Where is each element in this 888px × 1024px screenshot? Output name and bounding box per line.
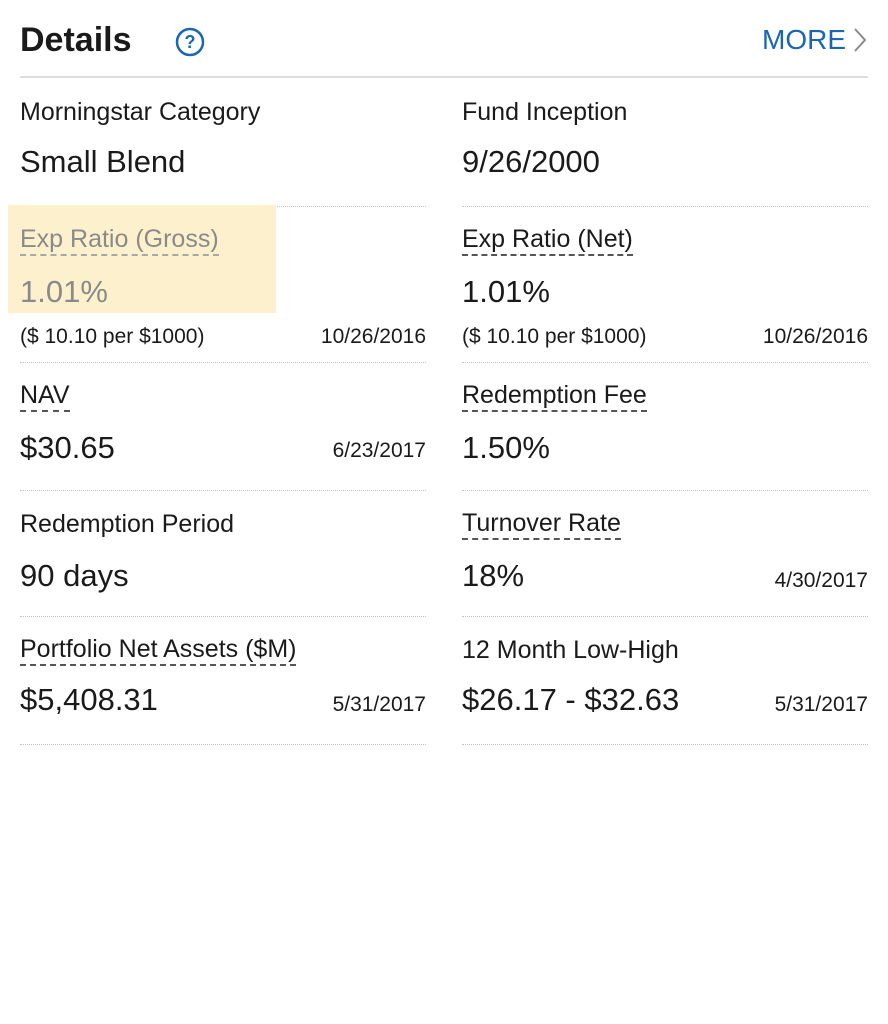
row-divider [462,490,868,491]
detail-fund-inception: Fund Inception 9/26/2000 [462,96,868,208]
detail-redemption-fee: Redemption Fee 1.50% [462,380,868,492]
detail-value: 9/26/2000 [462,144,600,179]
detail-label-tooltip[interactable]: Redemption Fee [462,380,647,412]
detail-note: ($ 10.10 per $1000) [20,325,205,348]
detail-label-tooltip[interactable]: Exp Ratio (Net) [462,224,633,256]
detail-value: $30.65 [20,430,115,465]
detail-morningstar-category: Morningstar Category Small Blend [20,96,426,208]
detail-note: ($ 10.10 per $1000) [462,325,647,348]
row-divider [462,362,868,363]
detail-value: 90 days [20,558,129,593]
detail-date: 5/31/2017 [774,693,868,716]
question-circle-icon[interactable]: ? [174,26,206,58]
detail-portfolio-net-assets: Portfolio Net Assets ($M) $5,408.31 5/31… [20,634,426,746]
row-divider [20,616,426,617]
detail-value: 1.01% [20,274,108,309]
detail-value: 1.50% [462,430,550,465]
row-divider [462,616,868,617]
detail-turnover-rate: Turnover Rate 18% 4/30/2017 [462,508,868,620]
detail-label-tooltip[interactable]: Turnover Rate [462,508,621,540]
row-divider [20,490,426,491]
detail-label-tooltip[interactable]: Exp Ratio (Gross) [20,224,219,256]
chevron-right-icon [854,28,867,52]
detail-label: Fund Inception [462,98,628,126]
svg-text:?: ? [185,32,196,52]
section-title: Details [20,21,132,59]
detail-date: 10/26/2016 [320,325,426,348]
more-link[interactable]: MORE [762,18,868,62]
more-label: MORE [762,24,846,55]
detail-label: Morningstar Category [20,98,261,126]
detail-date: 6/23/2017 [332,439,426,462]
detail-label-tooltip[interactable]: Portfolio Net Assets ($M) [20,634,297,666]
detail-date: 5/31/2017 [332,693,426,716]
row-divider [462,206,868,207]
detail-12-month-low-high: 12 Month Low-High $26.17 - $32.63 5/31/2… [462,634,868,746]
detail-date: 4/30/2017 [774,569,868,592]
detail-nav: NAV $30.65 6/23/2017 [20,380,426,492]
detail-label: Redemption Period [20,510,235,538]
details-header: Details ? MORE [20,14,868,74]
detail-value: 18% [462,558,525,593]
detail-label: 12 Month Low-High [462,636,679,664]
detail-value: Small Blend [20,144,186,179]
detail-value: $5,408.31 [20,682,158,717]
row-divider [20,362,426,363]
detail-exp-ratio-net: Exp Ratio (Net) 1.01% ($ 10.10 per $1000… [462,224,868,364]
row-divider [20,744,426,745]
header-divider [20,76,868,78]
detail-exp-ratio-gross: Exp Ratio (Gross) 1.01% ($ 10.10 per $10… [20,224,426,364]
detail-value: $26.17 - $32.63 [462,682,680,717]
detail-redemption-period: Redemption Period 90 days [20,508,426,620]
detail-label-tooltip[interactable]: NAV [20,380,70,412]
detail-value: 1.01% [462,274,550,309]
row-divider [462,744,868,745]
detail-date: 10/26/2016 [762,325,868,348]
